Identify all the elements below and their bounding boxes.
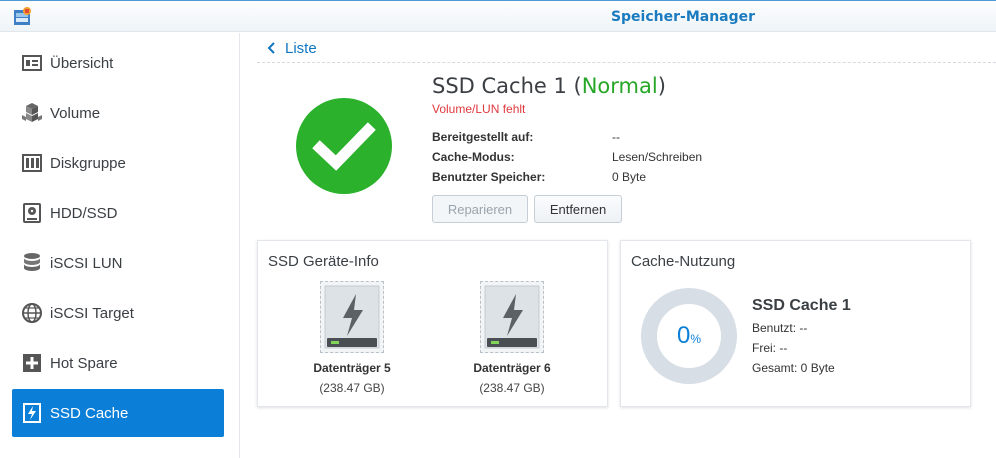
sidebar-item-iscsi-lun[interactable]: iSCSI LUN: [12, 239, 224, 287]
sidebar-item-volume[interactable]: Volume: [12, 89, 224, 137]
sidebar-item-label: Volume: [50, 104, 101, 122]
plus-box-icon: [20, 351, 44, 375]
database-icon: [20, 251, 44, 275]
main-panel: Liste SSD Cache 1 (Normal) Volume/LUN fe…: [241, 33, 996, 458]
status-ok-icon: [296, 98, 392, 194]
usage-percent: 0%: [676, 322, 702, 349]
sidebar-item-label: HDD/SSD: [50, 204, 118, 222]
ssd-cache-icon: [20, 401, 44, 425]
divider: [257, 62, 996, 63]
cache-title: SSD Cache 1 (Normal): [432, 74, 666, 98]
usage-free: Frei: --: [752, 341, 788, 355]
hdd-icon: [20, 201, 44, 225]
repair-button[interactable]: Reparieren: [432, 195, 528, 223]
sidebar: Übersicht Volume Diskgruppe HDD/SSD iSCS…: [0, 33, 240, 458]
sidebar-item-label: SSD Cache: [50, 404, 129, 422]
chevron-left-icon: [267, 41, 275, 57]
status-label: Normal: [581, 74, 658, 98]
sidebar-item-diskgroup[interactable]: Diskgruppe: [12, 139, 224, 187]
sidebar-item-label: Diskgruppe: [50, 154, 126, 172]
usage-used: Benutzt: --: [752, 321, 808, 335]
globe-icon: [20, 301, 44, 325]
sidebar-item-hdd-ssd[interactable]: HDD/SSD: [12, 189, 224, 237]
window-title: Speicher-Manager: [610, 9, 756, 25]
remove-button[interactable]: Entfernen: [534, 195, 622, 223]
sidebar-item-overview[interactable]: Übersicht: [12, 39, 224, 87]
usage-donut-chart: 0%: [641, 288, 737, 384]
cache-usage-card: Cache-Nutzung 0% SSD Cache 1 Benutzt: --…: [620, 240, 971, 407]
sidebar-item-ssd-cache[interactable]: SSD Cache: [12, 389, 224, 437]
usage-cache-name: SSD Cache 1: [752, 297, 851, 314]
sidebar-item-iscsi-target[interactable]: iSCSI Target: [12, 289, 224, 337]
ssd-drive-icon: [480, 281, 544, 353]
sidebar-item-hot-spare[interactable]: Hot Spare: [12, 339, 224, 387]
sidebar-item-label: Übersicht: [50, 54, 114, 72]
ssd-info-card: SSD Geräte-Info Datenträger 5 (238.47 GB…: [257, 240, 608, 407]
back-to-list-link[interactable]: Liste: [267, 40, 317, 57]
overview-icon: [20, 51, 44, 75]
sidebar-item-label: Hot Spare: [50, 354, 118, 372]
card-title: SSD Geräte-Info: [268, 253, 379, 270]
title-bar: Speicher-Manager: [0, 0, 996, 32]
card-title: Cache-Nutzung: [631, 253, 736, 270]
sidebar-item-label: iSCSI LUN: [50, 254, 123, 272]
breadcrumb-label: Liste: [285, 40, 317, 57]
warning-text: Volume/LUN fehlt: [432, 102, 526, 116]
volume-icon: [20, 101, 44, 125]
usage-total: Gesamt: 0 Byte: [752, 361, 835, 375]
ssd-drive-icon: [320, 281, 384, 353]
sidebar-item-label: iSCSI Target: [50, 304, 134, 322]
diskgroup-icon: [20, 151, 44, 175]
